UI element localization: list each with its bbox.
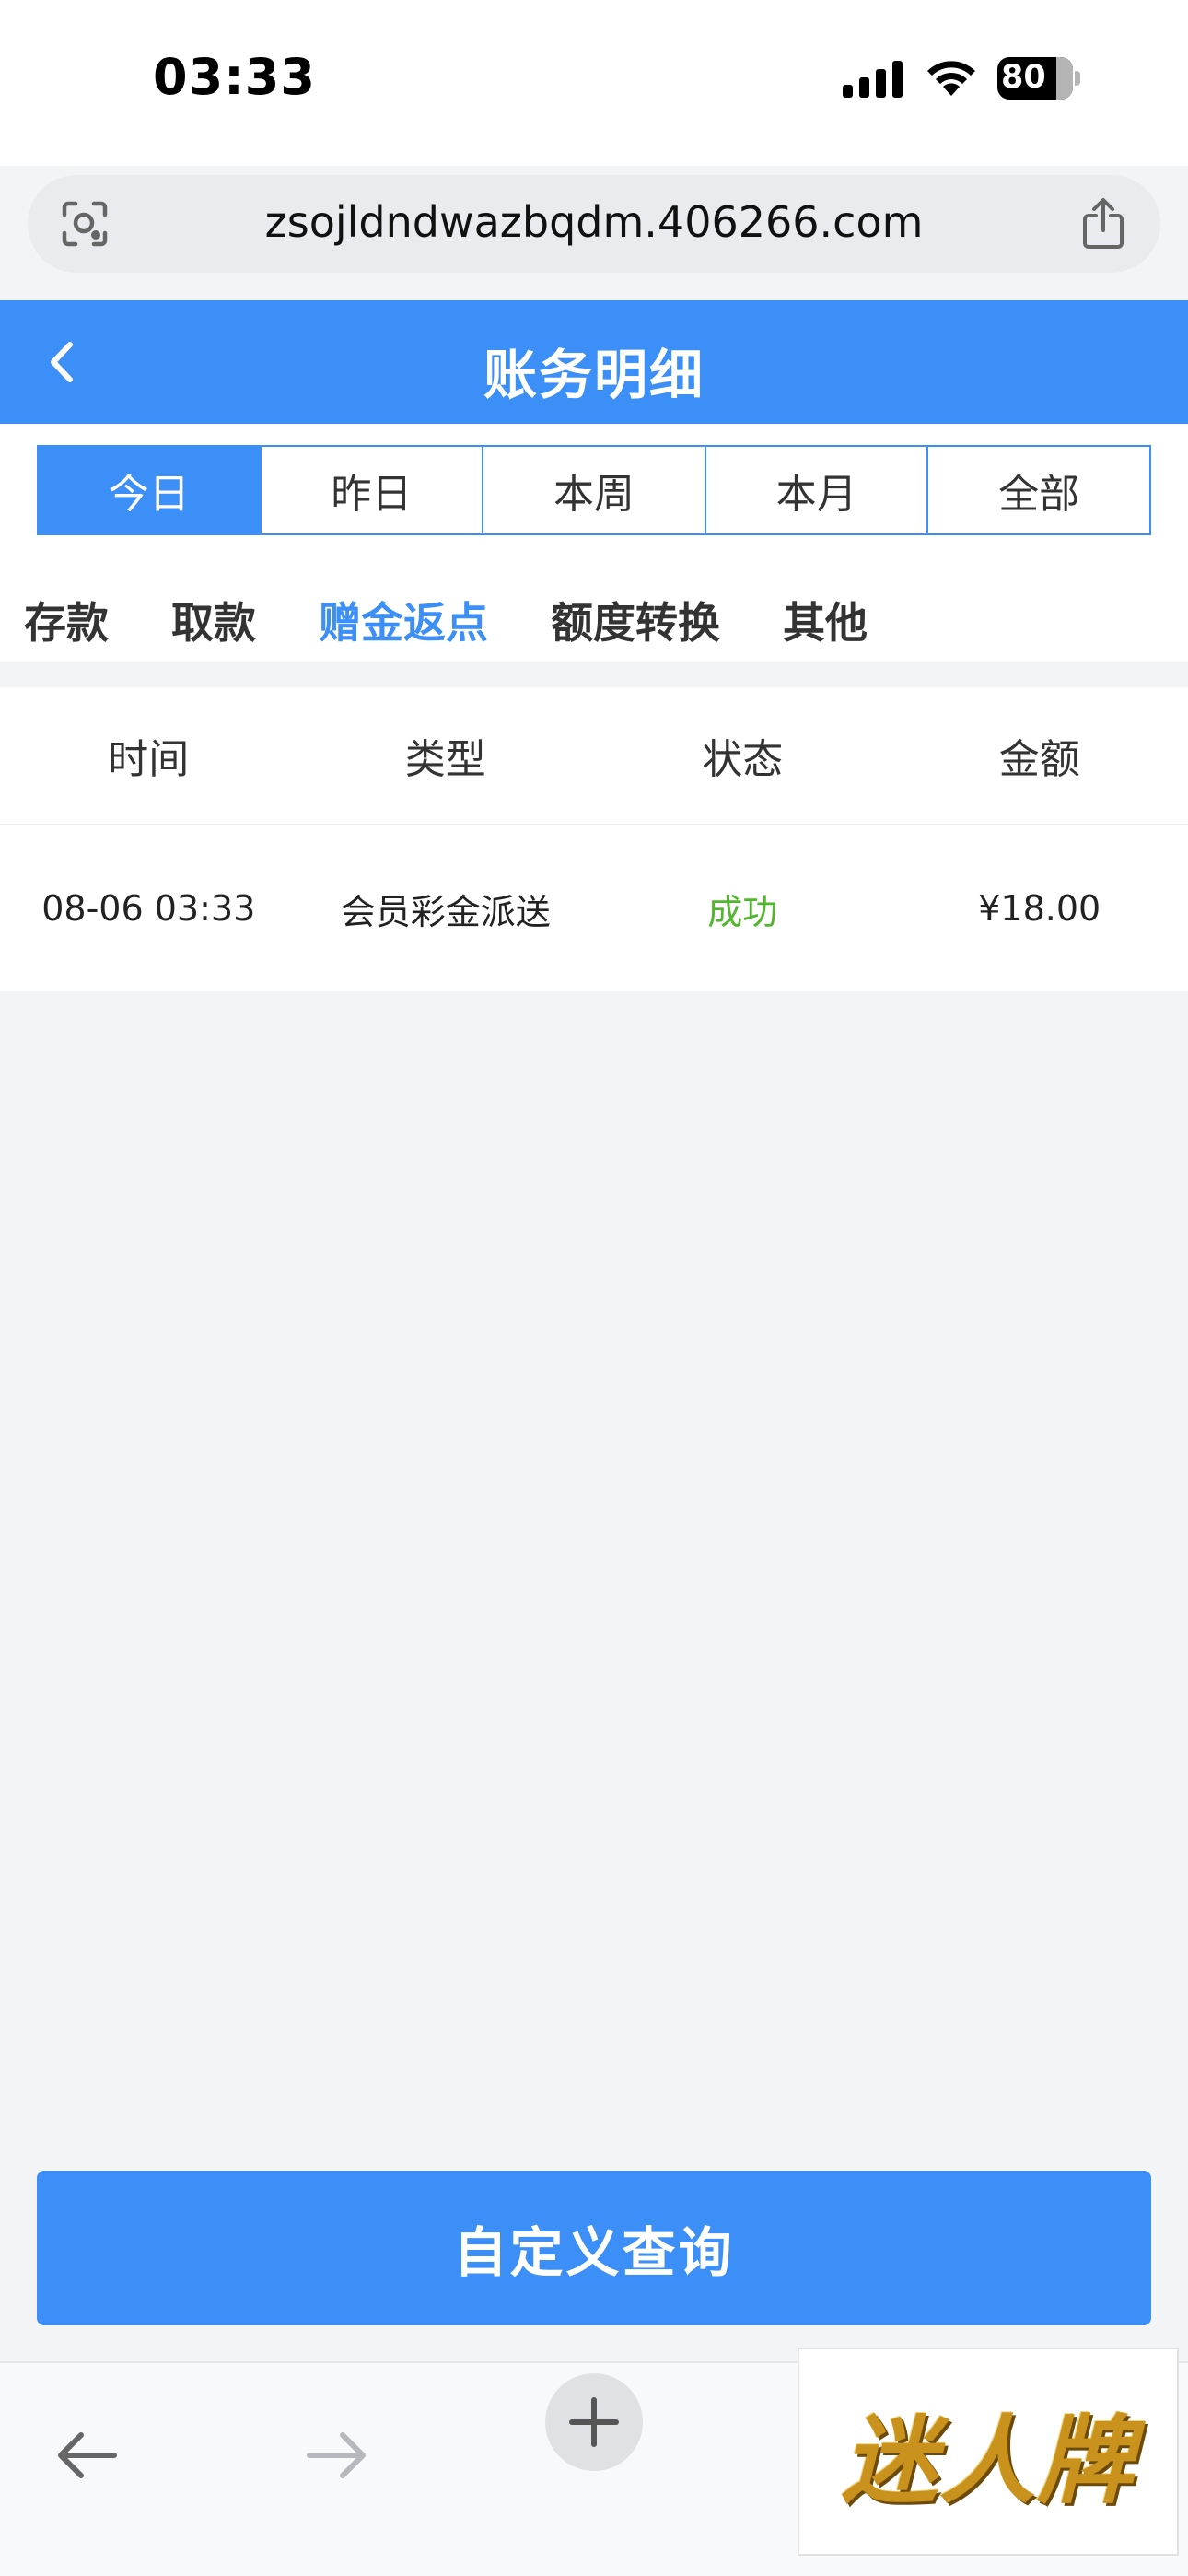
tab-withdraw[interactable]: 取款 [171,590,256,663]
table-header: 时间 类型 状态 金额 [0,687,1188,825]
tab-all[interactable]: 全部 [928,447,1149,533]
date-range-tabs: 今日 昨日 本周 本月 全部 [37,445,1151,535]
category-tabs: 存款 取款 赠金返点 额度转换 其他 [24,590,930,663]
column-amount: 金额 [998,736,1080,783]
tab-yesterday[interactable]: 昨日 [261,447,484,533]
page-header: 账务明细 [0,300,1188,424]
records-table: 时间 类型 状态 金额 08-06 03:33 会员彩金派送 成功 ¥18.00 [0,687,1188,991]
share-icon[interactable] [1081,197,1125,251]
plus-icon [569,2397,619,2447]
tab-this-week[interactable]: 本周 [483,447,706,533]
tab-credit-transfer[interactable]: 额度转换 [551,590,720,663]
status-bar: 03:33 80 [0,0,1188,166]
tab-this-month[interactable]: 本月 [705,447,929,533]
status-time: 03:33 [153,48,316,106]
custom-query-button[interactable]: 自定义查询 [37,2171,1151,2325]
table-row[interactable]: 08-06 03:33 会员彩金派送 成功 ¥18.00 [0,825,1188,991]
column-status: 状态 [702,736,784,783]
cellular-signal-icon [843,61,903,98]
column-time: 时间 [108,736,190,783]
tab-other[interactable]: 其他 [783,590,868,663]
url-text[interactable]: zsojldndwazbqdm.406266.com [138,197,1050,247]
visual-search-icon[interactable] [61,200,109,248]
tab-bonus-rebate[interactable]: 赠金返点 [319,590,488,663]
tab-today[interactable]: 今日 [39,447,262,533]
new-tab-button[interactable] [545,2373,643,2471]
wifi-icon [927,61,975,96]
cell-status: 成功 [707,891,778,932]
address-bar[interactable]: zsojldndwazbqdm.406266.com [28,175,1160,273]
watermark-text: 迷人牌 [841,2403,1135,2517]
tab-deposit[interactable]: 存款 [24,590,109,663]
battery-percent: 80 [1001,59,1046,96]
cell-time: 08-06 03:33 [41,888,256,929]
cell-amount: ¥18.00 [978,888,1101,929]
forward-arrow-icon[interactable] [304,2428,370,2483]
watermark-logo: 迷人牌 [798,2348,1179,2556]
battery-icon: 80 [997,57,1082,100]
cell-type: 会员彩金派送 [340,891,551,932]
column-type: 类型 [404,736,486,783]
back-arrow-icon[interactable] [53,2428,120,2483]
page-title: 账务明细 [483,344,705,406]
